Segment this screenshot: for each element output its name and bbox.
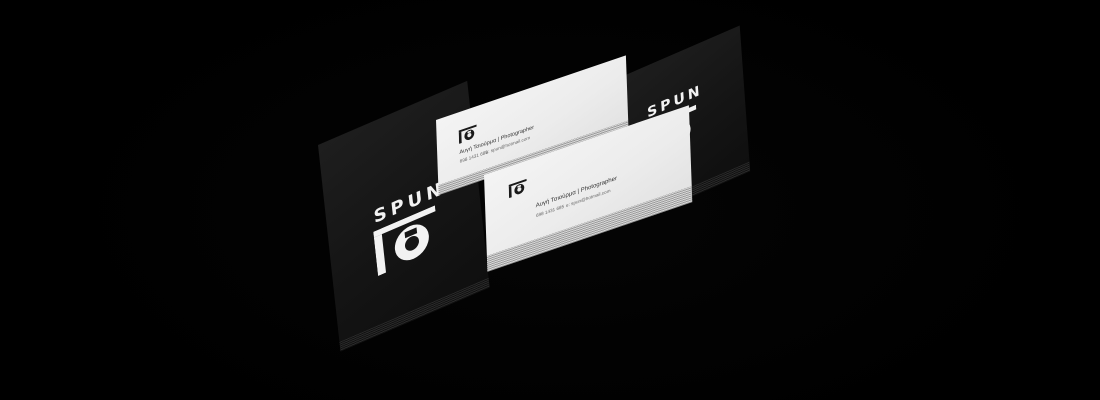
product-photo-scene: SPUN SPUN Αυγή Τσιούρμα | Photographer 6… xyxy=(0,0,1100,400)
camera-lens-icon xyxy=(508,178,527,199)
camera-lens-icon xyxy=(458,124,477,144)
